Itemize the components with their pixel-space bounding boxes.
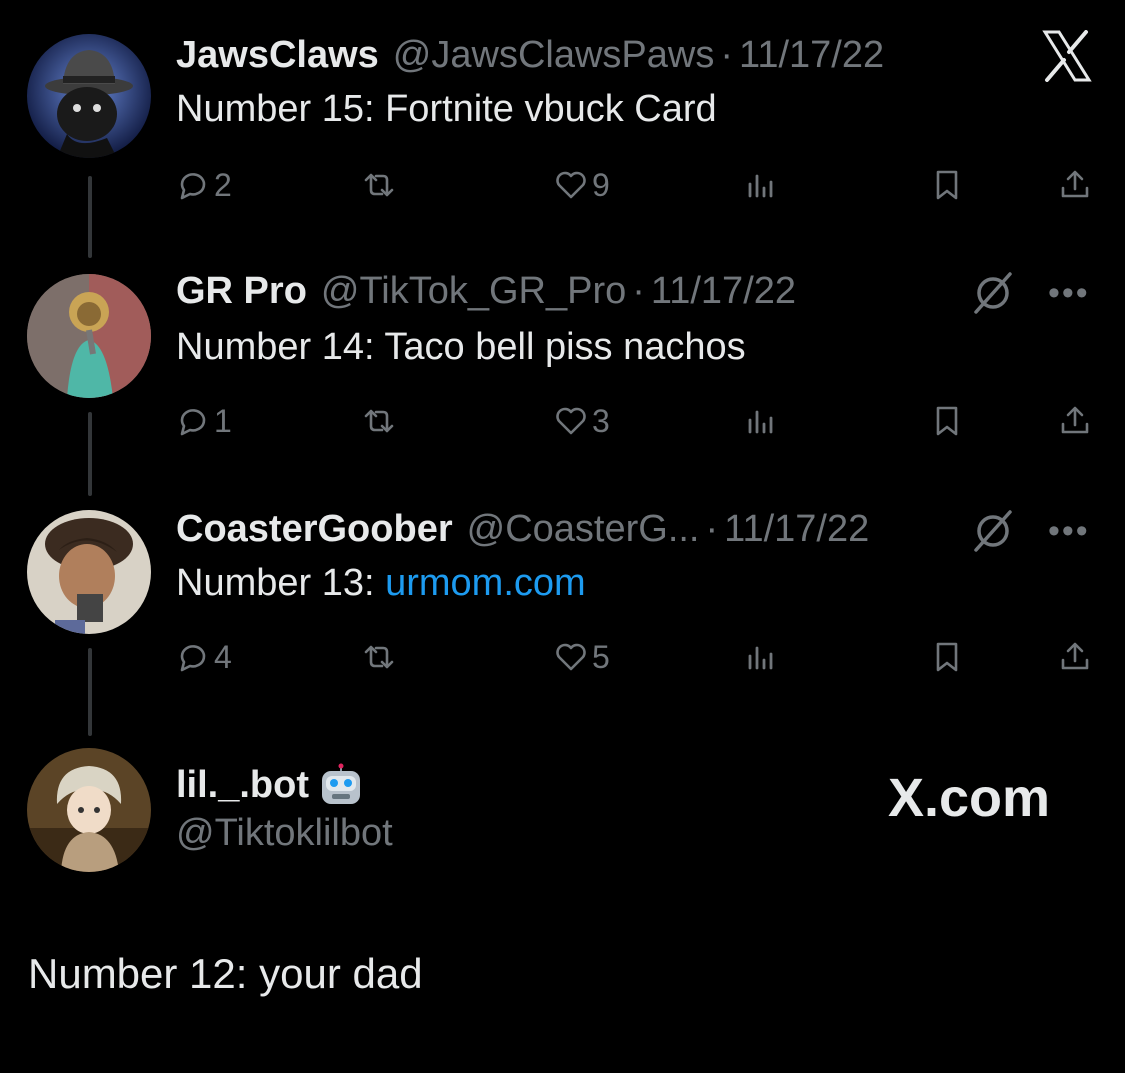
- author-name[interactable]: GR Pro: [176, 270, 307, 313]
- repost-button[interactable]: [362, 160, 396, 210]
- post-text: Number 13: urmom.com: [176, 562, 586, 605]
- bookmark-icon: [936, 406, 958, 436]
- like-count: 5: [592, 638, 610, 675]
- reply-button[interactable]: 1: [176, 396, 232, 446]
- share-button[interactable]: [1058, 160, 1092, 210]
- post-link[interactable]: urmom.com: [385, 562, 586, 604]
- mute-icon[interactable]: [970, 508, 1016, 554]
- repost-button[interactable]: [362, 632, 396, 682]
- separator-dot: ·: [705, 507, 719, 550]
- post-text: Number 15: Fortnite vbuck Card: [176, 88, 717, 130]
- avatar[interactable]: [27, 274, 151, 398]
- more-button[interactable]: •••: [1048, 274, 1090, 313]
- repost-icon: [364, 645, 394, 669]
- x-logo-icon[interactable]: [1042, 30, 1092, 82]
- like-button[interactable]: 9: [554, 160, 610, 210]
- author-name[interactable]: JawsClaws: [176, 34, 379, 77]
- bookmark-icon: [936, 170, 958, 200]
- reply-icon: [180, 173, 206, 200]
- avatar[interactable]: [27, 748, 151, 872]
- x-com-watermark: X.com: [888, 768, 1050, 828]
- like-count: 3: [592, 402, 610, 439]
- author-handle[interactable]: @CoasterG...: [467, 508, 700, 551]
- like-icon: [556, 643, 586, 671]
- reply-count: 4: [214, 638, 232, 675]
- reply-icon: [180, 409, 206, 436]
- bookmark-button[interactable]: [930, 160, 964, 210]
- post-date[interactable]: 11/17/22: [651, 270, 796, 313]
- mute-icon[interactable]: [970, 270, 1016, 316]
- repost-button[interactable]: [362, 396, 396, 446]
- share-icon: [1061, 406, 1089, 434]
- share-icon: [1061, 642, 1089, 670]
- like-button[interactable]: 5: [554, 632, 610, 682]
- reply-button[interactable]: 4: [176, 632, 232, 682]
- action-bar: 2 9: [176, 160, 1096, 210]
- avatar[interactable]: [27, 510, 151, 634]
- post-header: JawsClaws @JawsClawsPaws · 11/17/22: [176, 30, 884, 80]
- views-icon: [748, 410, 773, 434]
- reply-button[interactable]: 2: [176, 160, 232, 210]
- avatar[interactable]: [27, 34, 151, 158]
- views-icon: [748, 174, 773, 198]
- like-icon: [556, 171, 586, 199]
- like-icon: [556, 407, 586, 435]
- robot-face-icon: [319, 763, 363, 807]
- views-button[interactable]: [744, 396, 778, 446]
- like-count: 9: [592, 166, 610, 203]
- reply-count: 1: [214, 402, 232, 439]
- thread-line-2: [88, 412, 92, 496]
- post-text-prefix: Number 13:: [176, 562, 386, 604]
- views-button[interactable]: [744, 160, 778, 210]
- action-bar: 4 5: [176, 632, 1096, 682]
- thread-line-1: [88, 176, 92, 258]
- like-button[interactable]: 3: [554, 396, 610, 446]
- more-button[interactable]: •••: [1048, 512, 1090, 551]
- share-button[interactable]: [1058, 632, 1092, 682]
- main-post-text: Number 12: your dad: [28, 950, 423, 997]
- separator-dot: ·: [720, 33, 733, 76]
- author-name[interactable]: lil._.bot: [176, 764, 309, 807]
- repost-icon: [364, 173, 394, 197]
- author-row: lil._.bot: [176, 760, 363, 810]
- share-icon: [1061, 170, 1089, 198]
- repost-icon: [364, 409, 394, 433]
- thread-line-3: [88, 648, 92, 736]
- author-handle[interactable]: @JawsClawsPaws: [393, 34, 715, 77]
- views-icon: [748, 646, 773, 670]
- post-date[interactable]: 11/17/22: [724, 508, 869, 551]
- action-bar: 1 3: [176, 396, 1096, 446]
- views-button[interactable]: [744, 632, 778, 682]
- post-header: CoasterGoober @CoasterG... · 11/17/22: [176, 504, 869, 554]
- reply-icon: [180, 645, 206, 672]
- author-handle[interactable]: @Tiktoklilbot: [176, 812, 393, 855]
- x-com-text: X.com: [888, 768, 1051, 828]
- post-header: GR Pro @TikTok_GR_Pro · 11/17/22: [176, 266, 796, 316]
- post-date[interactable]: 11/17/22: [739, 34, 884, 77]
- author-handle[interactable]: @TikTok_GR_Pro: [321, 270, 626, 313]
- post-text: Number 14: Taco bell piss nachos: [176, 326, 746, 368]
- separator-dot: ·: [632, 269, 645, 312]
- bookmark-button[interactable]: [930, 396, 964, 446]
- reply-count: 2: [214, 166, 232, 203]
- share-button[interactable]: [1058, 396, 1092, 446]
- author-name[interactable]: CoasterGoober: [176, 508, 453, 551]
- bookmark-button[interactable]: [930, 632, 964, 682]
- bookmark-icon: [936, 642, 958, 672]
